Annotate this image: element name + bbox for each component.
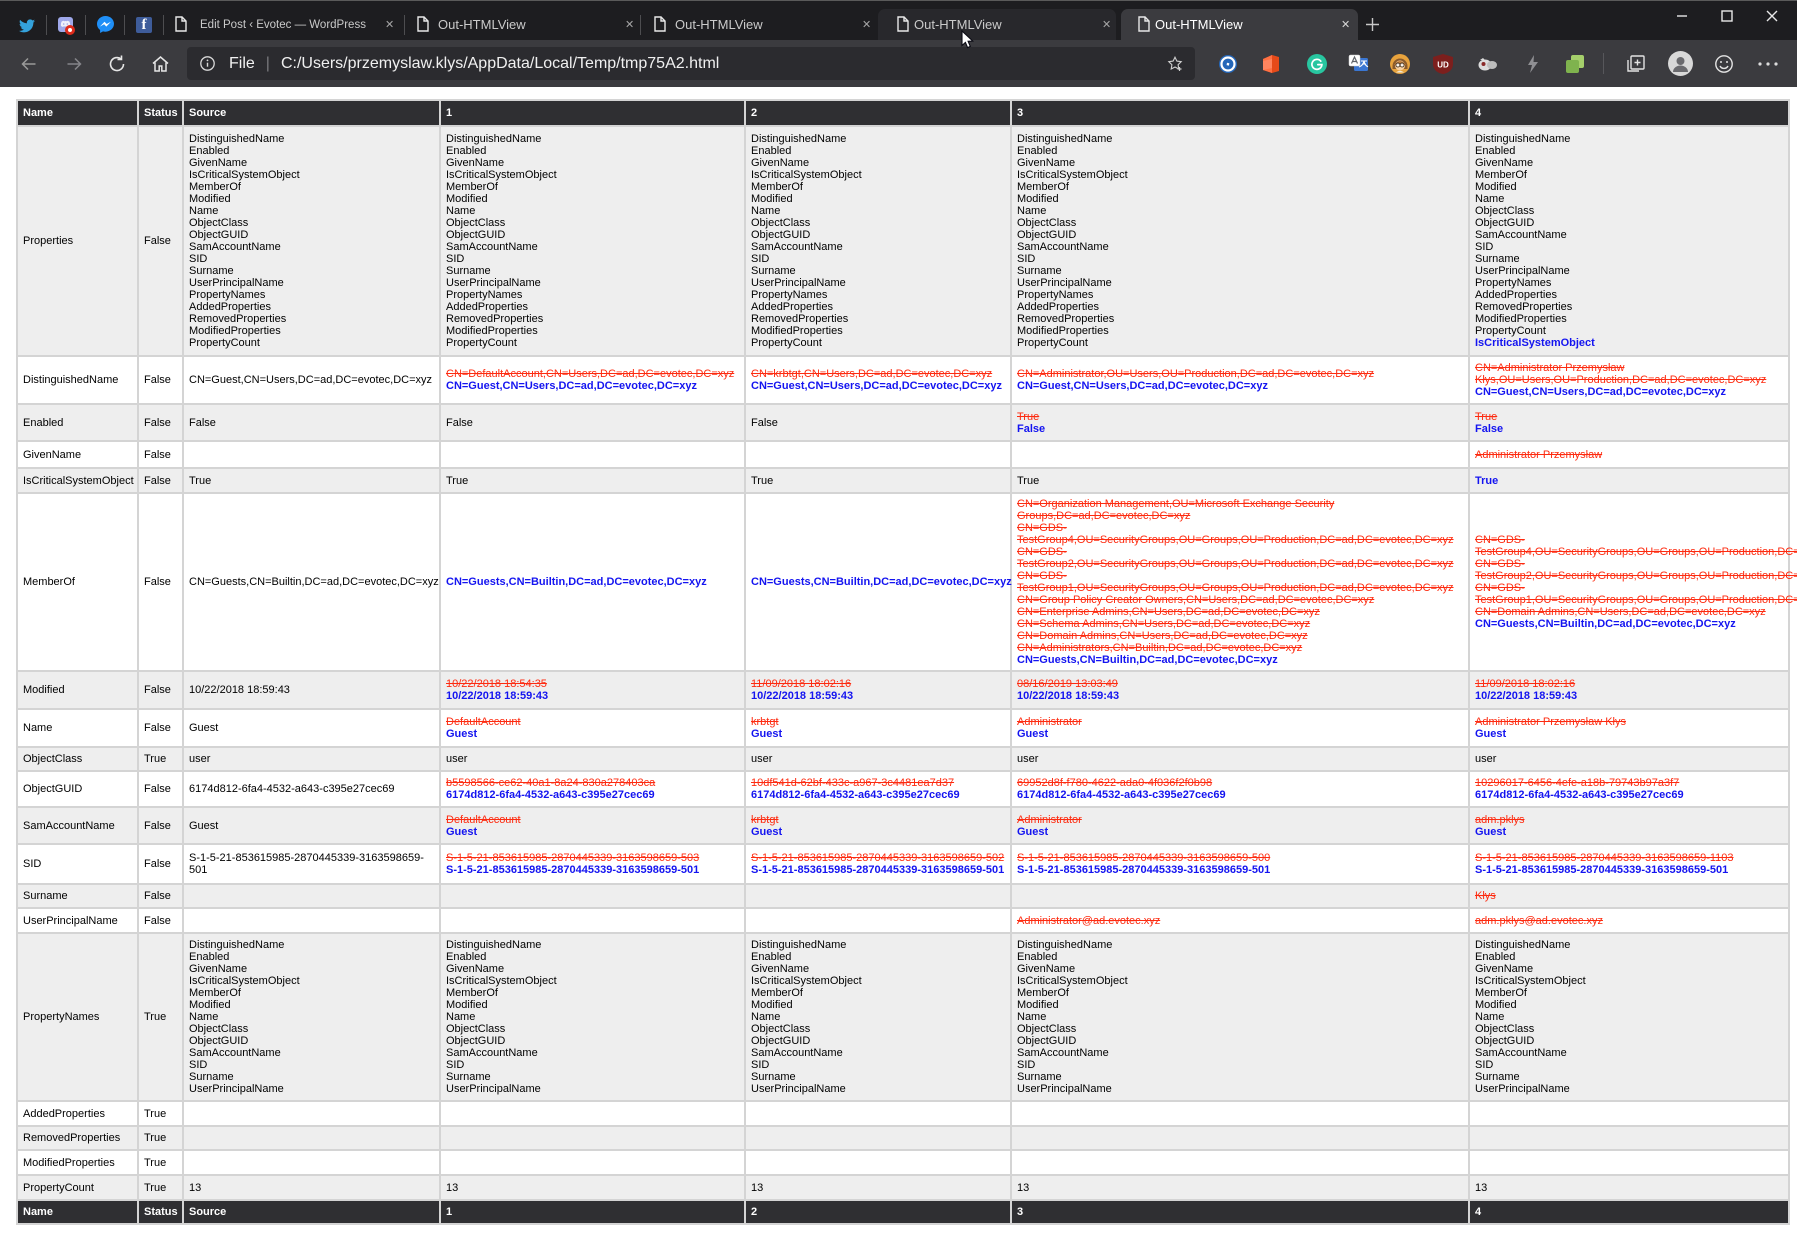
- svg-text:UD: UD: [1437, 61, 1449, 70]
